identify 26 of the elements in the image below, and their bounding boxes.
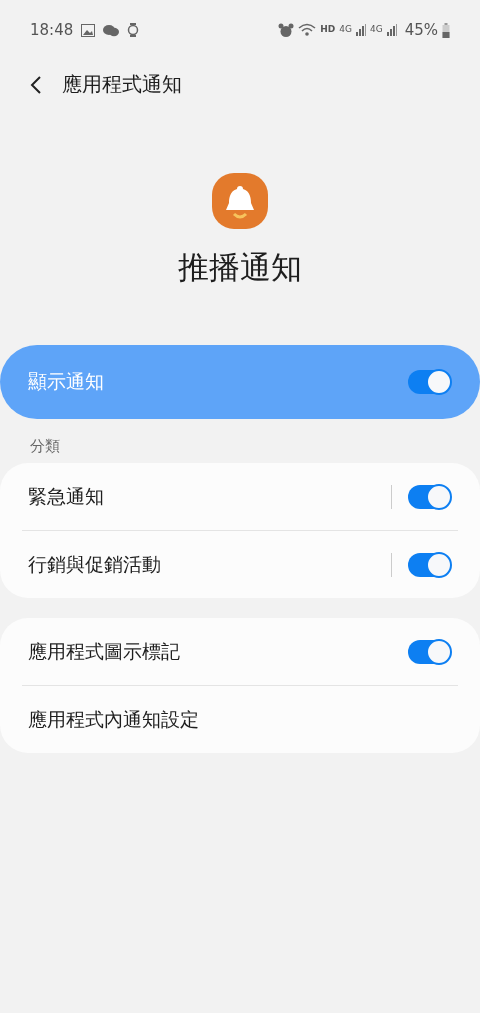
image-icon: [81, 23, 96, 37]
section-header: 分類: [29, 435, 61, 457]
network-label: HD: [320, 23, 336, 37]
signal-label: 4G: [339, 23, 352, 37]
page-title: 應用程式通知: [62, 71, 182, 98]
bell-icon: [211, 172, 269, 230]
setting-label[interactable]: 應用程式圖示標記: [28, 637, 408, 666]
signal-icon: [355, 24, 366, 36]
battery-percent: 45%: [404, 19, 438, 41]
status-time: 18:48: [30, 19, 74, 41]
app-name: 推播通知: [178, 248, 302, 287]
back-icon: [30, 74, 42, 95]
wifi-icon: [298, 23, 317, 37]
toggle-switch[interactable]: [408, 552, 450, 577]
watch-icon: [127, 23, 140, 37]
master-label: 顯示通知: [28, 369, 104, 395]
signal-label: 4G: [369, 23, 383, 37]
battery-icon: [442, 22, 450, 38]
setting-label[interactable]: 行銷與促銷活動: [28, 550, 391, 579]
setting-label[interactable]: 應用程式內通知設定: [28, 705, 450, 734]
toggle-switch[interactable]: [408, 369, 450, 394]
toggle-switch[interactable]: [408, 639, 450, 664]
toggle-switch[interactable]: [408, 484, 450, 509]
chat-icon: [103, 23, 120, 37]
setting-label[interactable]: 緊急通知: [28, 482, 391, 511]
signal-icon: [386, 24, 397, 36]
